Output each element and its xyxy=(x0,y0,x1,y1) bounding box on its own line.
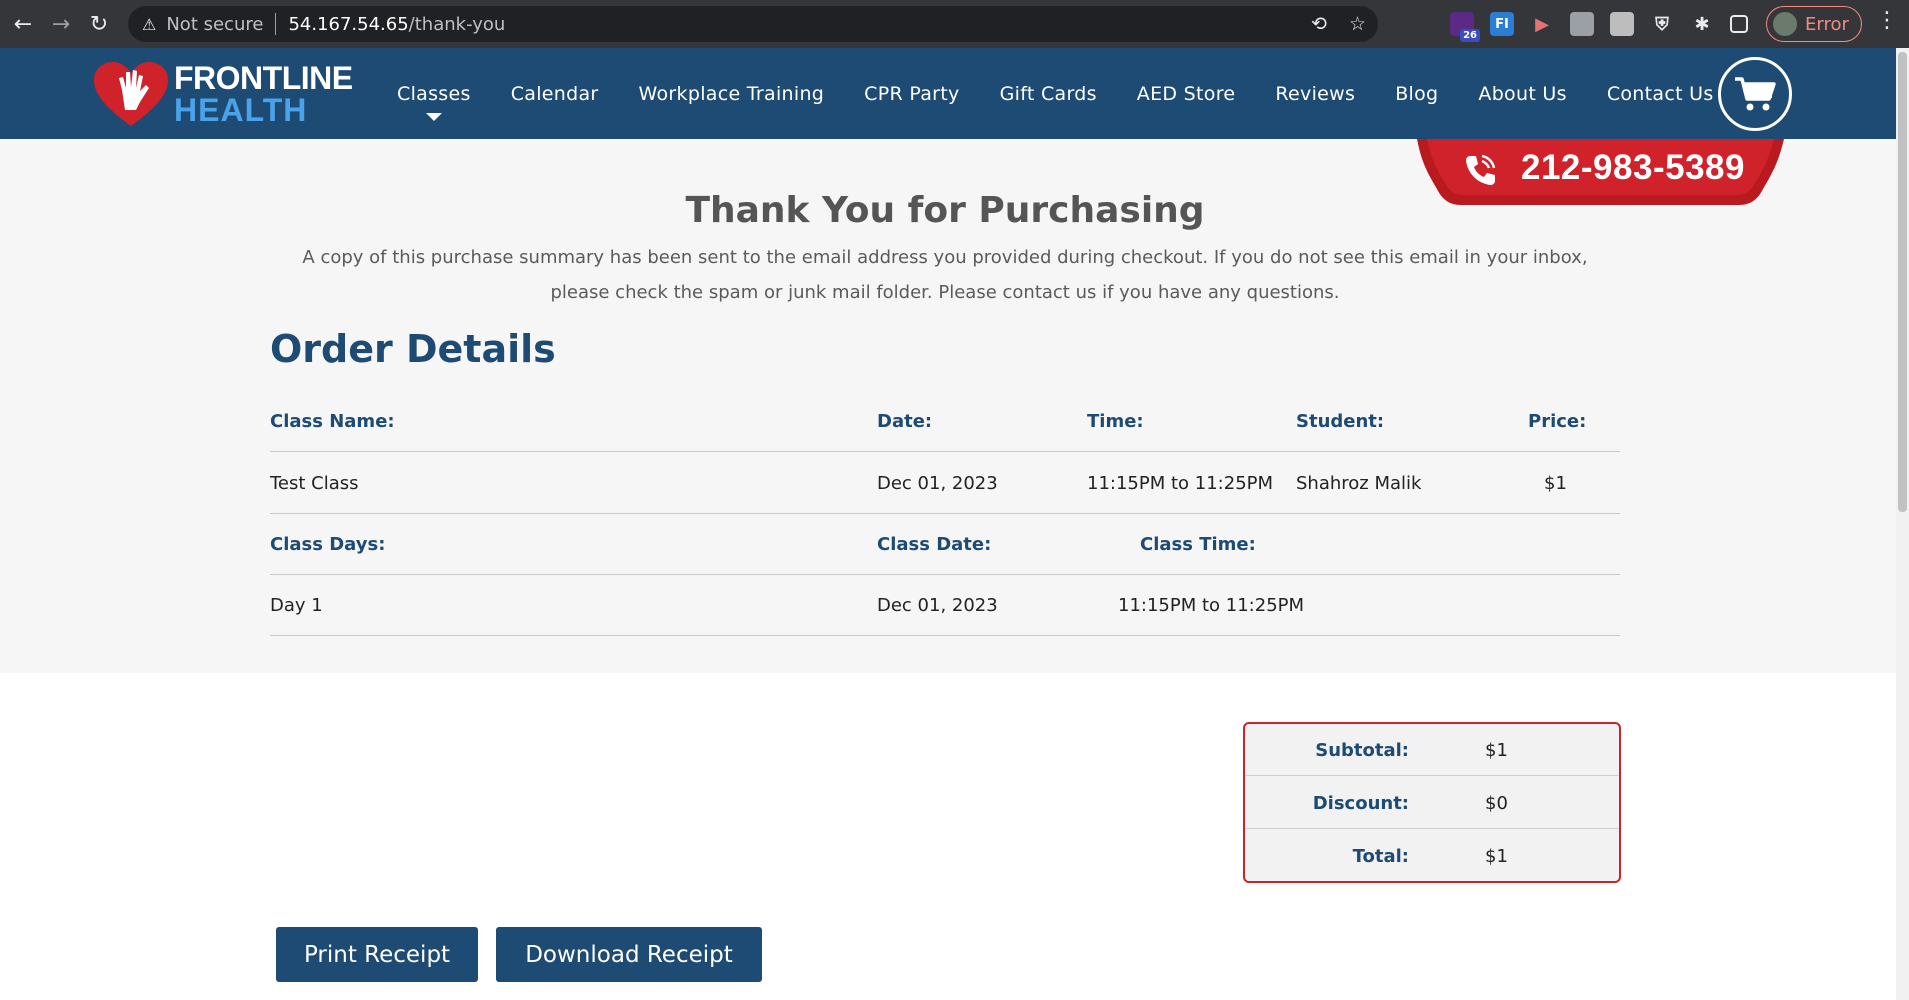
caret-down-icon xyxy=(425,112,442,121)
address-bar[interactable]: ⚠ Not secure 54.167.54.65 /thank-you ⟲ ☆ xyxy=(128,6,1378,42)
schedule-header-row: Class Days: Class Date: Class Time: xyxy=(270,514,1620,575)
download-receipt-button[interactable]: Download Receipt xyxy=(496,927,762,982)
shield-extension-icon[interactable]: ⛨ xyxy=(1650,12,1674,36)
student-value: Shahroz Malik xyxy=(1296,473,1422,494)
purchase-notice: A copy of this purchase summary has been… xyxy=(302,247,1588,303)
address-separator xyxy=(275,13,277,35)
cart-button[interactable] xyxy=(1718,57,1792,131)
subtotal-row: Subtotal: $1 xyxy=(1245,724,1619,776)
extension-fi-label: FI xyxy=(1495,16,1509,32)
nav-about-us[interactable]: About Us xyxy=(1478,83,1566,105)
subtotal-value: $1 xyxy=(1485,739,1508,761)
nav-gift-cards[interactable]: Gift Cards xyxy=(1000,83,1097,105)
logo-line-1: FRONTLINE xyxy=(174,60,353,96)
scrollbar-thumb[interactable] xyxy=(1898,52,1907,512)
page-scrollbar[interactable] xyxy=(1896,48,1909,1000)
total-label: Total: xyxy=(1352,845,1409,867)
menu-kebab-icon[interactable]: ⋮ xyxy=(1876,8,1898,33)
table-row: Day 1 Dec 01, 2023 11:15PM to 11:25PM xyxy=(270,575,1620,636)
main-navigation: Classes Calendar Workplace Training CPR … xyxy=(397,48,1754,139)
extension-video-icon[interactable]: ▶ xyxy=(1530,12,1554,36)
nav-workplace-training[interactable]: Workplace Training xyxy=(639,83,825,105)
header-student: Student: xyxy=(1296,411,1385,432)
nav-reviews[interactable]: Reviews xyxy=(1275,83,1355,105)
extension-purple-icon[interactable]: 26 xyxy=(1450,12,1480,42)
warning-icon: ⚠ xyxy=(142,14,157,34)
side-panel-icon[interactable] xyxy=(1730,15,1748,33)
logo-line-2: HEALTH xyxy=(174,92,308,128)
puzzle-extensions-icon[interactable]: ✱ xyxy=(1690,12,1714,36)
extension-fi-icon[interactable]: FI xyxy=(1490,12,1514,36)
header-price: Price: xyxy=(1528,411,1587,432)
url-path: /thank-you xyxy=(408,13,506,35)
nav-blog[interactable]: Blog xyxy=(1395,83,1438,105)
price-value: $1 xyxy=(1544,473,1567,494)
profile-status: Error xyxy=(1805,13,1849,35)
share-icon[interactable]: ⟲ xyxy=(1311,13,1327,35)
header-class-name: Class Name: xyxy=(270,411,395,432)
date-value: Dec 01, 2023 xyxy=(877,473,998,494)
extension-hand-icon[interactable] xyxy=(1610,12,1634,36)
header-time: Time: xyxy=(1087,411,1144,432)
class-name-value: Test Class xyxy=(270,473,359,494)
url-host: 54.167.54.65 xyxy=(288,13,409,35)
discount-value: $0 xyxy=(1485,792,1508,814)
print-receipt-button[interactable]: Print Receipt xyxy=(276,927,478,982)
profile-error-button[interactable]: Error xyxy=(1766,6,1862,42)
time-value: 11:15PM to 11:25PM xyxy=(1087,473,1274,494)
nav-classes-label: Classes xyxy=(397,82,471,105)
site-logo[interactable]: FRONTLINE HEALTH xyxy=(92,60,353,128)
header-date: Date: xyxy=(877,411,933,432)
nav-aed-store[interactable]: AED Store xyxy=(1137,83,1236,105)
bookmark-star-icon[interactable]: ☆ xyxy=(1349,13,1366,35)
site-header: FRONTLINE HEALTH Classes Calendar Workpl… xyxy=(0,48,1896,139)
browser-toolbar: ← → ↻ ⚠ Not secure 54.167.54.65 /thank-y… xyxy=(0,0,1909,48)
page-title: Thank You for Purchasing xyxy=(685,190,1205,231)
nav-calendar[interactable]: Calendar xyxy=(511,83,599,105)
phone-icon xyxy=(1466,154,1496,185)
total-row: Total: $1 xyxy=(1245,830,1619,881)
order-totals: Subtotal: $1 Discount: $0 Total: $1 xyxy=(1243,722,1621,883)
security-label: Not secure xyxy=(166,13,264,35)
shopping-cart-icon xyxy=(1735,77,1776,111)
nav-contact-us[interactable]: Contact Us xyxy=(1607,83,1714,105)
class-time-value: 11:15PM to 11:25PM xyxy=(1118,595,1305,616)
phone-number[interactable]: 212-983-5389 xyxy=(1521,148,1745,188)
avatar xyxy=(1773,12,1797,36)
discount-label: Discount: xyxy=(1312,792,1409,814)
header-class-time: Class Time: xyxy=(1140,534,1256,555)
forward-arrow-icon[interactable]: → xyxy=(46,9,76,39)
heart-hand-logo-icon xyxy=(92,60,170,128)
extension-badge: 26 xyxy=(1460,29,1480,42)
class-date-value: Dec 01, 2023 xyxy=(877,595,998,616)
table-row: Test Class Dec 01, 2023 11:15PM to 11:25… xyxy=(270,453,1620,514)
header-class-date: Class Date: xyxy=(877,534,992,555)
order-header-row: Class Name: Date: Time: Student: Price: xyxy=(270,391,1620,452)
camera-extension-icon[interactable] xyxy=(1570,12,1594,36)
subtotal-label: Subtotal: xyxy=(1315,739,1409,761)
order-details-title: Order Details xyxy=(270,327,556,371)
nav-cpr-party[interactable]: CPR Party xyxy=(864,83,959,105)
header-class-days: Class Days: xyxy=(270,534,386,555)
class-days-value: Day 1 xyxy=(270,595,323,616)
total-value: $1 xyxy=(1485,845,1508,867)
discount-row: Discount: $0 xyxy=(1245,777,1619,829)
reload-icon[interactable]: ↻ xyxy=(84,9,114,39)
nav-classes[interactable]: Classes xyxy=(397,82,471,121)
back-arrow-icon[interactable]: ← xyxy=(8,9,38,39)
